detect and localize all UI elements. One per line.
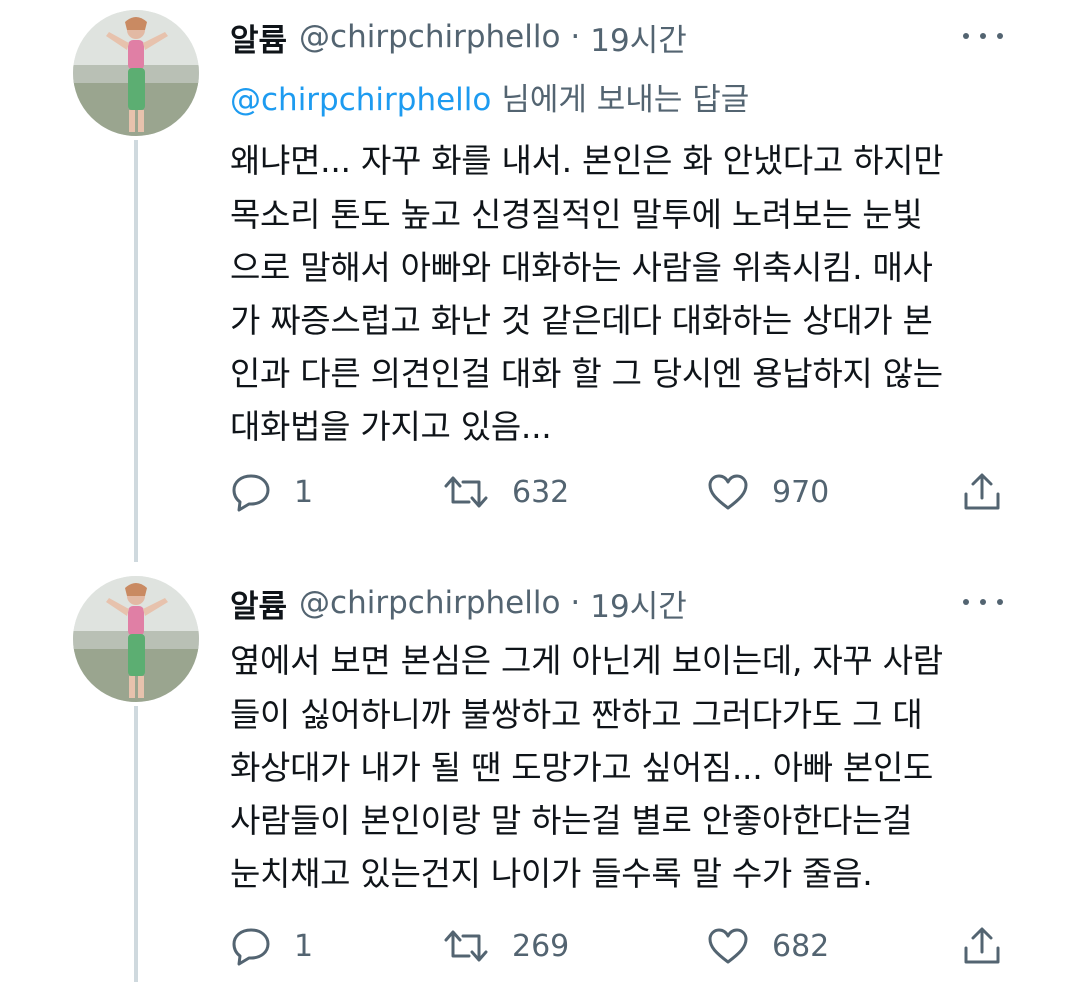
tweet-header: 알륨 @chirpchirphello · 19시간 <box>230 14 687 60</box>
tweet-text-line: 화상대가 내가 될 땐 도망가고 싶어짐... 아빠 본인도 <box>230 748 934 787</box>
reply-button[interactable]: 1 <box>230 924 313 968</box>
reply-icon <box>232 474 270 512</box>
timestamp[interactable]: 19시간 <box>590 581 687 626</box>
action-bar: 1 632 970 <box>0 470 1080 514</box>
tweet[interactable]: 알륨 @chirpchirphello · 19시간 옆에서 보면 본심은 그게… <box>0 566 1080 982</box>
user-handle[interactable]: @chirpchirphello <box>299 585 560 621</box>
reply-to-text: 님에게 보내는 답글 <box>501 82 750 118</box>
display-name[interactable]: 알륨 <box>230 581 287 626</box>
reply-button[interactable]: 1 <box>230 470 313 514</box>
retweet-count: 269 <box>512 928 570 964</box>
retweet-count: 632 <box>512 474 570 510</box>
more-icon[interactable] <box>963 590 1003 614</box>
timestamp[interactable]: 19시간 <box>590 15 687 60</box>
tweet-text-line: 옆에서 보면 본심은 그게 아닌게 보이는데, 자꾸 사람 <box>230 641 943 680</box>
like-button[interactable]: 970 <box>706 470 829 514</box>
reply-context: @chirpchirphello 님에게 보내는 답글 <box>230 74 749 119</box>
share-icon <box>964 473 1000 510</box>
separator: · <box>570 19 581 55</box>
tweet-header: 알륨 @chirpchirphello · 19시간 <box>230 580 687 626</box>
tweet-text-line: 대화법을 가지고 있음... <box>230 407 552 446</box>
reply-icon <box>232 928 270 966</box>
retweet-icon <box>444 476 488 508</box>
retweet-icon <box>444 930 488 962</box>
tweet-text-line: 눈치채고 있는건지 나이가 들수록 말 수가 줄음. <box>230 854 873 893</box>
more-icon[interactable] <box>963 24 1003 48</box>
tweet[interactable]: 알륨 @chirpchirphello · 19시간 @chirpchirphe… <box>0 0 1080 540</box>
tweet-text-line: 인과 다른 의견인걸 대화 할 그 당시엔 용납하지 않는 <box>230 354 943 393</box>
tweet-text-line: 왜냐면... 자꾸 화를 내서. 본인은 화 안냈다고 하지만 <box>230 141 944 180</box>
like-icon <box>708 474 748 510</box>
user-handle[interactable]: @chirpchirphello <box>299 19 560 55</box>
tweet-text-line: 들이 싫어하니까 불쌍하고 짠하고 그러다가도 그 대 <box>230 695 923 734</box>
share-button[interactable] <box>960 470 1026 514</box>
share-icon <box>964 927 1000 964</box>
tweet-text-line: 으로 말해서 아빠와 대화하는 사람을 위축시킴. 매사 <box>230 248 933 287</box>
like-icon <box>708 928 748 964</box>
share-button[interactable] <box>960 924 1026 968</box>
reply-to-handle[interactable]: @chirpchirphello <box>230 82 491 118</box>
action-bar: 1 269 682 <box>0 924 1080 968</box>
tweet-text-line: 사람들이 본인이랑 말 하는걸 별로 안좋아한다는걸 <box>230 801 913 840</box>
display-name[interactable]: 알륨 <box>230 15 287 60</box>
retweet-button[interactable]: 269 <box>442 924 569 968</box>
like-count: 682 <box>772 928 830 964</box>
reply-count: 1 <box>294 928 314 964</box>
retweet-button[interactable]: 632 <box>442 470 569 514</box>
like-button[interactable]: 682 <box>706 924 829 968</box>
avatar[interactable] <box>73 10 199 136</box>
avatar[interactable] <box>73 576 199 702</box>
reply-count: 1 <box>294 474 314 510</box>
tweet-text-line: 목소리 톤도 높고 신경질적인 말투에 노려보는 눈빛 <box>230 195 923 234</box>
tweet-text-line: 가 짜증스럽고 화난 것 같은데다 대화하는 상대가 본 <box>230 301 933 340</box>
separator: · <box>570 585 581 621</box>
like-count: 970 <box>772 474 830 510</box>
